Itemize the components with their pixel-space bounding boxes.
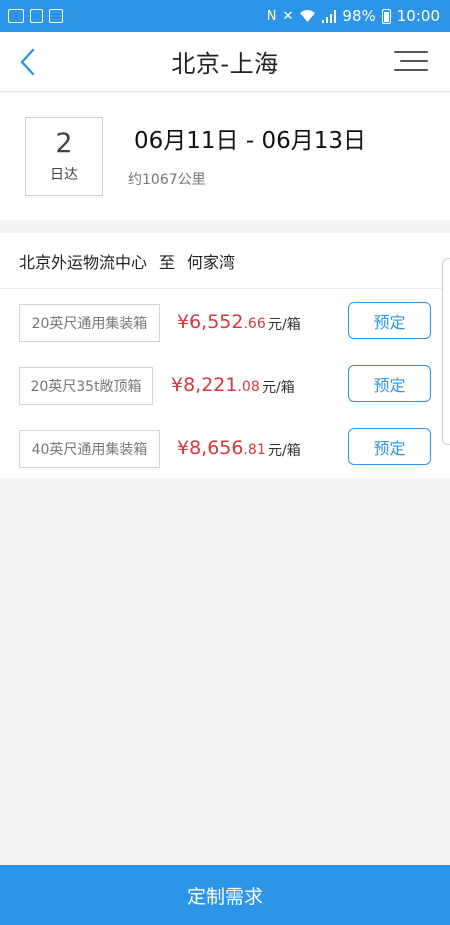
shopping-bag-icon: [30, 9, 43, 23]
price-decimal: .66: [243, 316, 266, 332]
offer-price: ¥6,552.66: [177, 311, 266, 333]
gallery-icon: [8, 9, 24, 23]
offer-row: 20英尺35t敞顶箱 ¥8,221.08 元/箱 预定: [0, 365, 440, 405]
menu-button[interactable]: [394, 49, 428, 73]
price-unit: 元/箱: [268, 443, 301, 459]
page-title: 北京-上海: [171, 50, 279, 78]
delivery-days-value: 2: [55, 127, 73, 159]
back-button[interactable]: [14, 45, 44, 79]
book-button[interactable]: 预定: [348, 428, 431, 465]
price-main: ¥6,552: [177, 311, 244, 333]
route-to-word: 至: [159, 252, 176, 272]
price-decimal: .08: [237, 379, 260, 395]
battery-icon: [381, 8, 391, 24]
date-range: 06月11日 - 06月13日: [134, 128, 366, 154]
container-type: 20英尺35t敞顶箱: [19, 367, 153, 405]
delivery-days-unit: 日达: [50, 167, 78, 184]
battery-percent: 98%: [342, 7, 376, 25]
menu-icon-line: [394, 69, 428, 71]
paw-icon: [49, 9, 63, 23]
book-button[interactable]: 预定: [348, 365, 431, 402]
container-type: 40英尺通用集装箱: [19, 430, 160, 468]
offer-price: ¥8,221.08: [171, 374, 260, 396]
offer-row: 20英尺通用集装箱 ¥6,552.66 元/箱 预定: [0, 302, 440, 342]
clock-time: 10:00: [396, 7, 440, 25]
trip-summary: 2 日达 06月11日 - 06月13日 约1067公里: [0, 93, 450, 220]
menu-icon: [394, 51, 428, 53]
price-main: ¥8,656: [177, 437, 244, 459]
book-button[interactable]: 预定: [348, 302, 431, 339]
custom-request-button[interactable]: 定制需求: [0, 865, 450, 925]
price-decimal: .81: [243, 442, 266, 458]
delivery-days-box: 2 日达: [25, 117, 103, 196]
menu-icon-line: [400, 60, 428, 62]
nfc-icon: N: [266, 8, 277, 24]
wifi-icon: [300, 10, 316, 22]
side-scroll-handle[interactable]: [442, 258, 450, 445]
app-header: 北京-上海: [0, 32, 450, 92]
notification-icons: [8, 9, 63, 23]
route-offers-card: 北京外运物流中心 至 何家湾 20英尺通用集装箱 ¥6,552.66 元/箱 预…: [0, 233, 450, 478]
distance: 约1067公里: [128, 172, 206, 188]
price-main: ¥8,221: [171, 374, 238, 396]
price-unit: 元/箱: [262, 380, 295, 396]
offer-row: 40英尺通用集装箱 ¥8,656.81 元/箱 预定: [0, 428, 440, 468]
status-bar: N ✕ 98% 10:00: [0, 0, 450, 32]
offer-price: ¥8,656.81: [177, 437, 266, 459]
route-destination: 何家湾: [187, 252, 236, 272]
container-type: 20英尺通用集装箱: [19, 304, 160, 342]
price-unit: 元/箱: [268, 317, 301, 333]
signal-icon: [322, 9, 337, 23]
mute-icon: ✕: [282, 8, 294, 24]
system-icons: N ✕ 98% 10:00: [267, 7, 440, 25]
route-header: 北京外运物流中心 至 何家湾: [0, 233, 450, 289]
route-origin: 北京外运物流中心: [19, 252, 148, 272]
chevron-left-icon: [20, 48, 35, 76]
